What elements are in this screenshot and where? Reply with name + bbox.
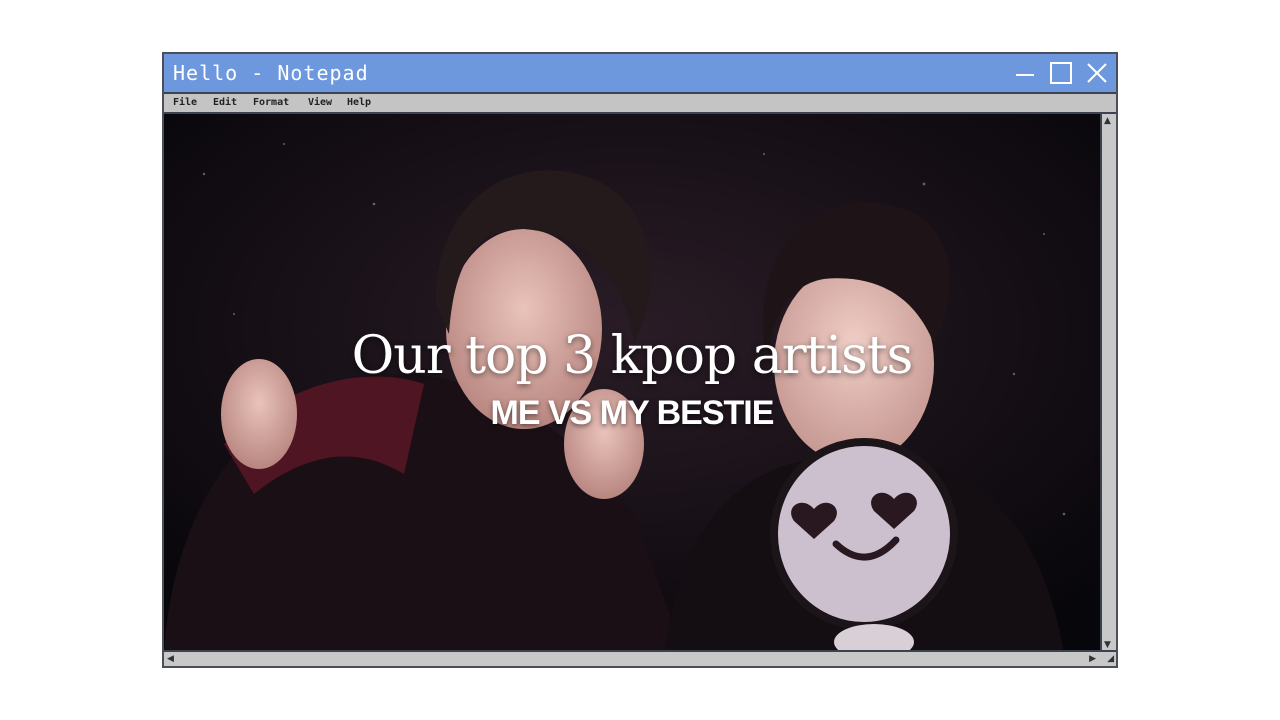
scroll-right-icon[interactable]: ▶ bbox=[1089, 654, 1096, 664]
menu-format[interactable]: Format bbox=[253, 97, 289, 108]
scroll-left-icon[interactable]: ◀ bbox=[167, 654, 174, 664]
resize-grip-icon[interactable]: ◢ bbox=[1107, 654, 1114, 664]
headline-text: Our top 3 kpop artists bbox=[351, 326, 914, 386]
menu-bar: File Edit Format View Help bbox=[164, 94, 1116, 114]
horizontal-scrollbar[interactable]: ◀ ▶ ◢ bbox=[164, 650, 1116, 666]
title-bar[interactable]: Hello - Notepad bbox=[164, 54, 1116, 94]
menu-help[interactable]: Help bbox=[347, 97, 371, 108]
menu-file[interactable]: File bbox=[173, 97, 197, 108]
subheadline-text: ME VS MY BESTIE bbox=[490, 394, 775, 432]
scroll-down-icon[interactable]: ▼ bbox=[1104, 640, 1111, 650]
menu-view[interactable]: View bbox=[308, 97, 332, 108]
menu-edit[interactable]: Edit bbox=[213, 97, 237, 108]
minimize-icon[interactable] bbox=[1012, 60, 1038, 86]
notepad-window: Hello - Notepad File Edit Format View He… bbox=[162, 52, 1118, 668]
vertical-scrollbar[interactable]: ▲ ▼ bbox=[1100, 114, 1116, 652]
scroll-up-icon[interactable]: ▲ bbox=[1104, 116, 1111, 126]
close-icon[interactable] bbox=[1084, 60, 1110, 86]
document-content[interactable]: Our top 3 kpop artists ME VS MY BESTIE bbox=[164, 114, 1100, 652]
window-title: Hello - Notepad bbox=[173, 61, 369, 85]
maximize-icon[interactable] bbox=[1048, 60, 1074, 86]
